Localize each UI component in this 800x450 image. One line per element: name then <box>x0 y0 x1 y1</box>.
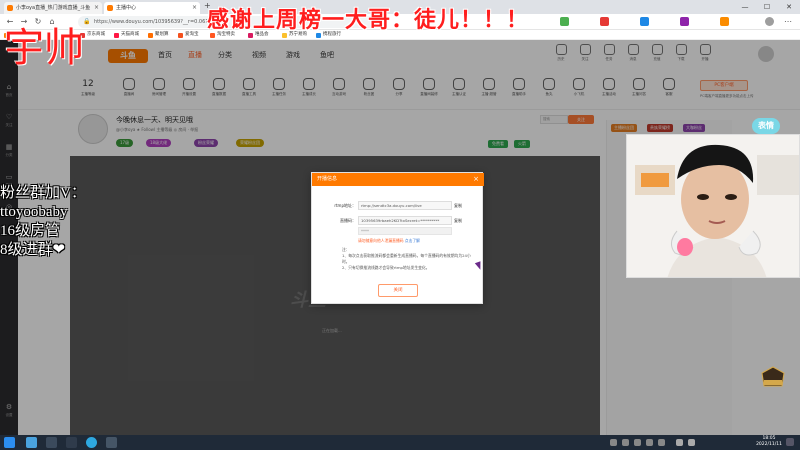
maximize-button[interactable]: ☐ <box>756 0 778 14</box>
network-icon[interactable] <box>676 439 683 446</box>
fan-line: 粉丝群加V： <box>0 185 86 201</box>
tray-icon[interactable] <box>622 439 629 446</box>
menu-dots-icon[interactable]: ⋯ <box>782 16 794 28</box>
windows-taskbar: 18:05 2022/11/11 <box>0 435 800 450</box>
dialog-notes: 注： 1、每次点击获取推流码都会重新生成直播码，每个直播码的有效期均为24小时。… <box>342 247 478 271</box>
masked-key-field: **** <box>358 227 452 235</box>
fan-line: ttoyoobaby <box>0 204 68 220</box>
taskbar-app-icon[interactable] <box>66 437 77 448</box>
taskbar-app-icon[interactable] <box>26 437 37 448</box>
extension-icon[interactable] <box>720 17 729 26</box>
extension-icon[interactable] <box>560 17 569 26</box>
tab-douyu-room[interactable]: 小李oya直播_热门游戏直播_斗鱼 × <box>4 2 102 14</box>
douyu-favicon-icon <box>7 5 13 11</box>
stream-info-dialog: 开播信息 × rtmp地址： rtmp://sendtc3a.douyu.com… <box>311 172 484 304</box>
stream-key-label: 直播码： <box>340 218 356 223</box>
close-tab-icon[interactable]: × <box>94 2 99 14</box>
taskbar-app-icon[interactable] <box>46 437 57 448</box>
edge-browser-icon[interactable] <box>86 437 97 448</box>
bookmark-item[interactable]: 爱淘宝 <box>178 31 199 39</box>
volume-icon[interactable] <box>688 439 695 446</box>
dialog-header: 开播信息 × <box>312 173 484 186</box>
rtmp-label: rtmp地址： <box>334 203 356 208</box>
learn-more-link[interactable]: 点击了解 <box>405 238 420 243</box>
close-dialog-button[interactable]: 关闭 <box>378 284 418 297</box>
streamer-portrait <box>627 135 799 277</box>
minimize-button[interactable]: — <box>734 0 756 14</box>
rtmp-address-field[interactable]: rtmp://sendtc3a.douyu.com/live <box>358 201 452 210</box>
dialog-title: 开播信息 <box>317 176 338 182</box>
bookmark-icon <box>148 33 153 38</box>
taskbar-clock[interactable]: 18:05 2022/11/11 <box>756 436 782 448</box>
tray-icon[interactable] <box>646 439 653 446</box>
note-item: 2、只有切换推流线路才会导致rtmp地址发生变化。 <box>342 265 430 270</box>
note-item: 1、每次点击获取推流码都会重新生成直播码，每个直播码的有效期均为24小时。 <box>342 253 471 264</box>
fan-line: 16级房管 <box>0 223 61 239</box>
profile-avatar-icon[interactable] <box>765 17 774 26</box>
tab-title: 小李oya直播_热门游戏直播_斗鱼 <box>16 5 91 11</box>
bookmark-icon <box>178 33 183 38</box>
copy-rtmp-button[interactable]: 复制 <box>454 203 462 209</box>
tab-anchor-center[interactable]: 主播中心 × <box>104 2 200 14</box>
tray-icon[interactable] <box>658 439 665 446</box>
url-text: https://www.douyu.com/10395639?__r=0.061… <box>94 19 219 25</box>
webcam-feed <box>626 134 800 278</box>
tray-icon[interactable] <box>634 439 641 446</box>
mascot-badge: 表情 <box>752 118 780 134</box>
tab-title: 主播中心 <box>116 5 137 11</box>
extension-icon[interactable] <box>600 17 609 26</box>
close-tab-icon[interactable]: × <box>192 2 197 14</box>
close-icon[interactable]: × <box>473 173 479 186</box>
copy-key-button[interactable]: 复制 <box>454 218 462 224</box>
bookmark-icon <box>114 33 119 38</box>
fan-line: 8级进群❤ <box>0 242 66 258</box>
douyu-favicon-icon <box>107 5 113 11</box>
overlay-title: 宇帅 <box>4 25 84 70</box>
fan-group-notice: 粉丝群加V： ttoyoobaby 16级房管 8级进群❤ <box>0 184 130 260</box>
tray-icon[interactable] <box>610 439 617 446</box>
lock-icon: 🔒 <box>83 18 91 25</box>
warning-text: 请勿随意向他人泄漏直播码 点击了解 <box>358 238 420 243</box>
bookmark-item[interactable]: 天猫商城 <box>114 31 139 39</box>
masked-key-text: **** <box>361 229 369 234</box>
extension-icon[interactable] <box>640 17 649 26</box>
game-logo-badge <box>761 366 785 387</box>
thanks-banner: 感谢上周榜一大哥：徒儿！！！ <box>207 7 530 32</box>
extension-icon[interactable] <box>680 17 689 26</box>
bookmark-item[interactable]: 聚划算 <box>148 31 169 39</box>
close-window-button[interactable]: ✕ <box>778 0 800 14</box>
taskbar-app-icon[interactable] <box>106 437 117 448</box>
windows-start-icon[interactable] <box>4 437 15 448</box>
notification-icon[interactable] <box>786 438 794 446</box>
stream-key-field[interactable]: 10395639rbaeh2KD?txSecret=********** <box>358 216 452 225</box>
